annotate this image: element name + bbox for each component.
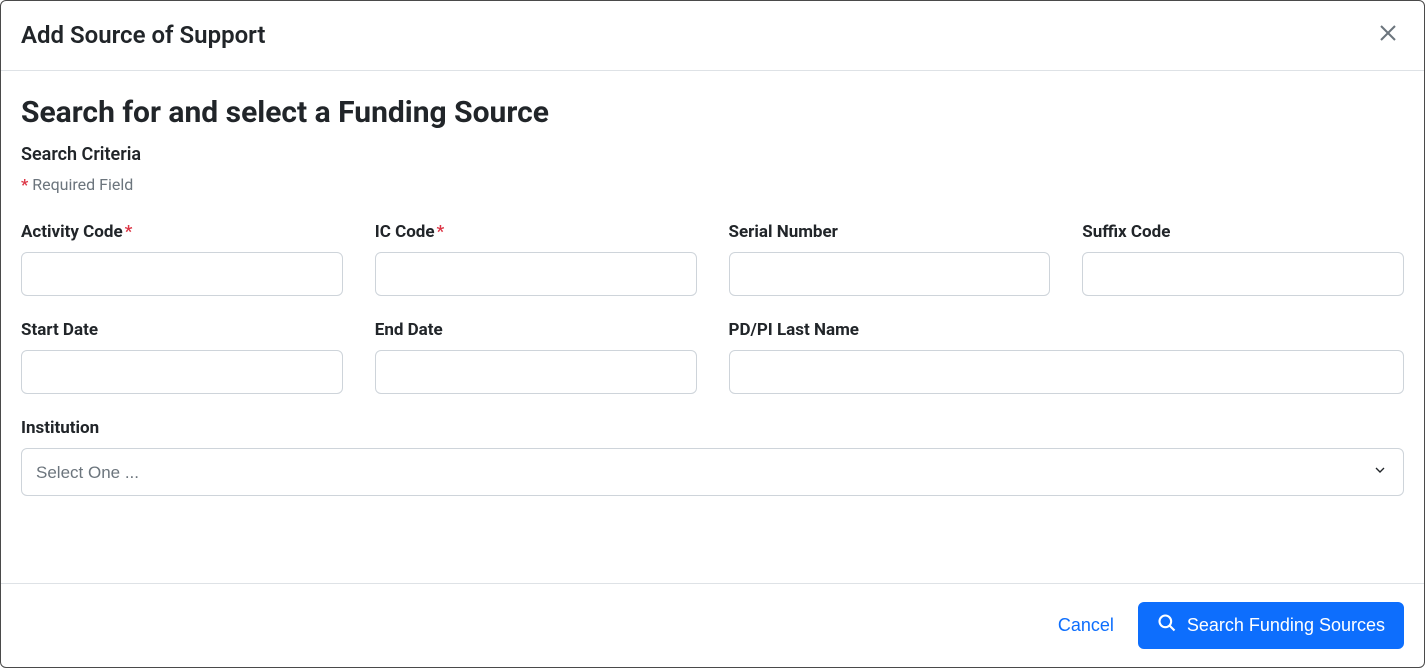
required-field-text: Required Field	[32, 175, 133, 194]
modal-footer: Cancel Search Funding Sources	[1, 583, 1424, 667]
end-date-input[interactable]	[375, 350, 697, 394]
activity-code-label-text: Activity Code	[21, 222, 123, 242]
asterisk-icon: *	[125, 222, 133, 242]
close-icon	[1376, 21, 1400, 48]
modal-title: Add Source of Support	[21, 21, 265, 49]
institution-label: Institution	[21, 418, 1404, 438]
serial-number-field: Serial Number	[729, 222, 1051, 296]
modal-dialog: Add Source of Support Search for and sel…	[0, 0, 1425, 668]
modal-header: Add Source of Support	[1, 1, 1424, 71]
form-row-1: Activity Code* IC Code* Serial Number Su…	[21, 222, 1404, 296]
suffix-code-field: Suffix Code	[1082, 222, 1404, 296]
modal-body: Search for and select a Funding Source S…	[1, 71, 1424, 583]
serial-number-label: Serial Number	[729, 222, 1051, 242]
institution-select[interactable]: Select One ...	[21, 448, 1404, 496]
form-row-2: Start Date End Date PD/PI Last Name	[21, 320, 1404, 394]
pdpi-last-name-field: PD/PI Last Name	[729, 320, 1405, 394]
subsection-heading: Search Criteria	[21, 144, 1404, 165]
start-date-input[interactable]	[21, 350, 343, 394]
search-button-label: Search Funding Sources	[1187, 615, 1385, 636]
institution-select-wrapper: Select One ...	[21, 448, 1404, 496]
asterisk-icon: *	[21, 175, 28, 194]
suffix-code-label: Suffix Code	[1082, 222, 1404, 242]
start-date-field: Start Date	[21, 320, 343, 394]
ic-code-input[interactable]	[375, 252, 697, 296]
pdpi-last-name-label: PD/PI Last Name	[729, 320, 1405, 340]
activity-code-input[interactable]	[21, 252, 343, 296]
end-date-field: End Date	[375, 320, 697, 394]
start-date-label: Start Date	[21, 320, 343, 340]
activity-code-label: Activity Code*	[21, 222, 343, 242]
activity-code-field: Activity Code*	[21, 222, 343, 296]
serial-number-input[interactable]	[729, 252, 1051, 296]
suffix-code-input[interactable]	[1082, 252, 1404, 296]
search-funding-sources-button[interactable]: Search Funding Sources	[1138, 602, 1404, 649]
cancel-button[interactable]: Cancel	[1054, 607, 1118, 644]
institution-field: Institution Select One ...	[21, 418, 1404, 496]
ic-code-field: IC Code*	[375, 222, 697, 296]
ic-code-label: IC Code*	[375, 222, 697, 242]
required-field-note: * Required Field	[21, 175, 1404, 194]
section-heading: Search for and select a Funding Source	[21, 95, 1404, 130]
pdpi-last-name-input[interactable]	[729, 350, 1405, 394]
end-date-label: End Date	[375, 320, 697, 340]
asterisk-icon: *	[437, 222, 445, 242]
search-icon	[1157, 613, 1177, 638]
ic-code-label-text: IC Code	[375, 222, 435, 242]
close-button[interactable]	[1372, 17, 1404, 52]
